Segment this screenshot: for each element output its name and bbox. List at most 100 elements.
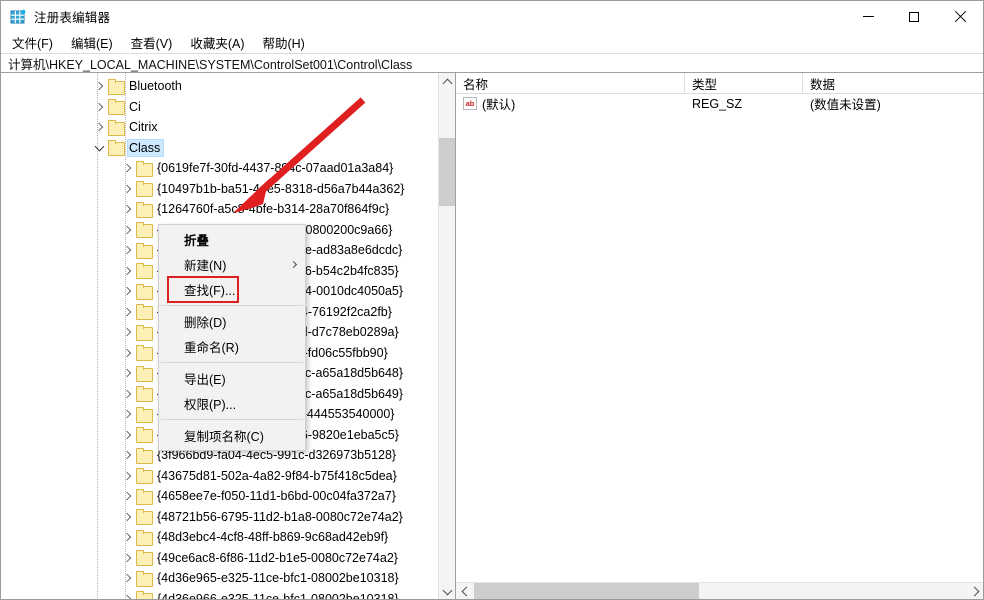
chevron-right-icon[interactable] <box>120 514 135 520</box>
context-menu-item[interactable]: 复制项名称(C) <box>159 423 305 448</box>
values-column-header: 名称 类型 数据 <box>456 73 983 94</box>
scroll-up-button[interactable] <box>439 73 456 90</box>
folder-icon <box>108 141 123 154</box>
tree-item[interactable]: {49ce6ac8-6f86-11d2-b1e5-0080c72e74a2} <box>1 548 438 569</box>
tree-item[interactable]: Bluetooth <box>1 76 438 97</box>
tree-item-label: {48d3ebc4-4cf8-48ff-b869-9c68ad42eb9f} <box>156 529 391 545</box>
context-menu-item-label: 查找(F)... <box>184 280 235 299</box>
chevron-right-icon[interactable] <box>120 288 135 294</box>
chevron-right-icon[interactable] <box>92 83 107 89</box>
minimize-button[interactable] <box>845 1 891 32</box>
chevron-right-icon[interactable] <box>120 596 135 599</box>
chevron-right-icon[interactable] <box>120 309 135 315</box>
chevron-right-icon[interactable] <box>120 227 135 233</box>
scrollbar-thumb[interactable] <box>439 138 456 206</box>
column-header-data[interactable]: 数据 <box>803 73 983 93</box>
context-menu-item[interactable]: 删除(D) <box>159 309 305 334</box>
chevron-right-icon[interactable] <box>120 370 135 376</box>
menu-view[interactable]: 查看(V) <box>131 31 182 54</box>
chevron-right-icon[interactable] <box>120 391 135 397</box>
chevron-right-icon[interactable] <box>120 350 135 356</box>
scroll-down-button[interactable] <box>439 582 456 599</box>
chevron-right-icon[interactable] <box>120 206 135 212</box>
context-menu-item[interactable]: 查找(F)... <box>159 277 305 302</box>
chevron-right-icon[interactable] <box>120 432 135 438</box>
menu-favorites[interactable]: 收藏夹(A) <box>190 31 253 54</box>
chevron-right-icon[interactable] <box>120 575 135 581</box>
chevron-right-icon[interactable] <box>120 329 135 335</box>
tree-indent <box>1 158 120 179</box>
chevron-right-icon[interactable] <box>120 555 135 561</box>
menu-file[interactable]: 文件(F) <box>12 31 62 54</box>
folder-icon <box>136 203 151 216</box>
title-bar: 注册表编辑器 <box>1 1 983 32</box>
tree-item[interactable]: Citrix <box>1 117 438 138</box>
tree-item[interactable]: Class <box>1 138 438 159</box>
chevron-right-icon[interactable] <box>120 268 135 274</box>
chevron-right-icon[interactable] <box>120 247 135 253</box>
chevron-right-icon[interactable] <box>120 493 135 499</box>
value-row[interactable]: ab(默认)REG_SZ(数值未设置) <box>456 94 983 113</box>
tree-item[interactable]: {48721b56-6795-11d2-b1a8-0080c72e74a2} <box>1 507 438 528</box>
tree-item[interactable]: {4658ee7e-f050-11d1-b6bd-00c04fa372a7} <box>1 486 438 507</box>
address-bar[interactable]: 计算机\HKEY_LOCAL_MACHINE\SYSTEM\ControlSet… <box>1 53 983 73</box>
tree-item-label: Citrix <box>128 119 160 135</box>
tree-item-label: {4d36e965-e325-11ce-bfc1-08002be10318} <box>156 570 402 586</box>
folder-icon <box>136 223 151 236</box>
tree-item[interactable]: Ci <box>1 97 438 118</box>
chevron-right-icon[interactable] <box>120 534 135 540</box>
context-menu-item-label: 复制项名称(C) <box>184 426 264 445</box>
context-menu-item[interactable]: 导出(E) <box>159 366 305 391</box>
folder-icon <box>136 367 151 380</box>
tree-item-label: {1264760f-a5c8-4bfe-b314-28a70f864f9c} <box>156 201 392 217</box>
scroll-left-button[interactable] <box>456 583 473 600</box>
tree-item[interactable]: {43675d81-502a-4a82-9f84-b75f418c5dea} <box>1 466 438 487</box>
tree-item[interactable]: {1264760f-a5c8-4bfe-b314-28a70f864f9c} <box>1 199 438 220</box>
folder-icon <box>108 121 123 134</box>
menu-edit[interactable]: 编辑(E) <box>71 31 122 54</box>
window-title: 注册表编辑器 <box>34 7 110 26</box>
context-menu-item[interactable]: 新建(N) <box>159 252 305 277</box>
submenu-chevron-right-icon <box>290 260 297 267</box>
scrollbar-thumb[interactable] <box>474 583 699 599</box>
tree-item[interactable]: {4d36e966-e325-11ce-bfc1-08002be10318} <box>1 589 438 600</box>
tree-indent <box>1 261 120 282</box>
chevron-right-icon[interactable] <box>120 165 135 171</box>
tree-item[interactable]: {48d3ebc4-4cf8-48ff-b869-9c68ad42eb9f} <box>1 527 438 548</box>
folder-icon <box>136 285 151 298</box>
column-header-type[interactable]: 类型 <box>685 73 803 93</box>
folder-icon <box>136 387 151 400</box>
tree-item-label: {4d36e966-e325-11ce-bfc1-08002be10318} <box>156 591 402 599</box>
tree-item[interactable]: {10497b1b-ba51-44e5-8318-d56a7b44a362} <box>1 179 438 200</box>
column-header-name[interactable]: 名称 <box>456 73 685 93</box>
chevron-right-icon[interactable] <box>92 124 107 130</box>
tree-vertical-scrollbar[interactable] <box>438 73 455 599</box>
context-menu-separator <box>161 305 303 306</box>
registry-editor-icon <box>10 9 26 25</box>
folder-icon <box>136 182 151 195</box>
chevron-down-icon[interactable] <box>92 146 107 150</box>
chevron-right-icon[interactable] <box>120 186 135 192</box>
close-button[interactable] <box>937 1 983 32</box>
context-menu-item[interactable]: 折叠 <box>159 227 305 252</box>
chevron-right-icon[interactable] <box>120 411 135 417</box>
tree-item[interactable]: {0619fe7f-30fd-4437-894c-07aad01a3a84} <box>1 158 438 179</box>
context-menu-item-label: 重命名(R) <box>184 337 239 356</box>
context-menu-separator <box>161 419 303 420</box>
tree-item-label: {4658ee7e-f050-11d1-b6bd-00c04fa372a7} <box>156 488 399 504</box>
folder-icon <box>108 100 123 113</box>
menu-help[interactable]: 帮助(H) <box>262 31 313 54</box>
values-horizontal-scrollbar[interactable] <box>456 582 983 599</box>
maximize-button[interactable] <box>891 1 937 32</box>
tree-item-label: {49ce6ac8-6f86-11d2-b1e5-0080c72e74a2} <box>156 550 401 566</box>
chevron-right-icon[interactable] <box>120 452 135 458</box>
chevron-right-icon[interactable] <box>92 104 107 110</box>
chevron-right-icon[interactable] <box>120 473 135 479</box>
folder-icon <box>136 510 151 523</box>
context-menu-item[interactable]: 权限(P)... <box>159 391 305 416</box>
scroll-right-button[interactable] <box>966 583 983 600</box>
tree-item[interactable]: {4d36e965-e325-11ce-bfc1-08002be10318} <box>1 568 438 589</box>
context-menu-item[interactable]: 重命名(R) <box>159 334 305 359</box>
tree-item-label: {43675d81-502a-4a82-9f84-b75f418c5dea} <box>156 468 400 484</box>
chevron-right-icon <box>971 588 978 595</box>
